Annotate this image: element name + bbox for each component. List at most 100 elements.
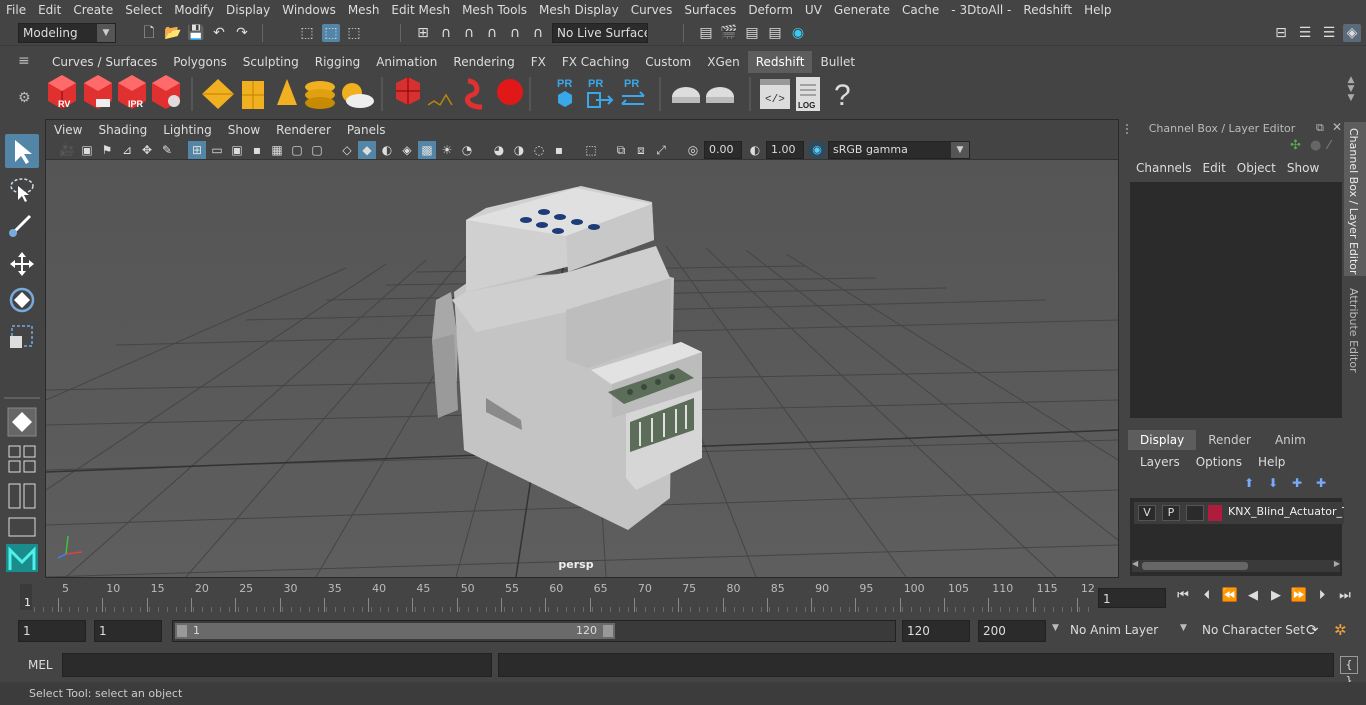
play-backward-icon[interactable]: ◀ (1244, 588, 1262, 603)
color-space-dropdown[interactable]: sRGB gamma ▼ (828, 141, 970, 159)
camera-attributes-icon[interactable]: ▣ (78, 141, 96, 159)
move-layer-up-icon[interactable]: ⬆ (1244, 476, 1254, 490)
channel-box-menu-show[interactable]: Show (1285, 161, 1328, 175)
exposure-icon[interactable]: ◎ (684, 141, 702, 159)
layer-tab-anim[interactable]: Anim (1263, 430, 1318, 450)
layer-menu-help[interactable]: Help (1256, 455, 1299, 469)
select-by-object-icon[interactable]: ⬚ (322, 24, 340, 42)
safe-action-icon[interactable]: ▢ (288, 141, 306, 159)
anti-aliasing-icon[interactable]: ◌ (530, 141, 548, 159)
scroll-right-icon[interactable]: ▶ (1334, 559, 1340, 568)
scene-start-field[interactable]: 1 (18, 620, 86, 642)
go-to-end-icon[interactable]: ⏭ (1336, 588, 1354, 603)
viewport-menu-panels[interactable]: Panels (339, 123, 394, 137)
new-layer-selected-icon[interactable]: ✚ (1316, 476, 1326, 490)
select-by-component-icon[interactable]: ⬚ (345, 24, 363, 42)
camera-select-icon[interactable]: 🎥 (58, 141, 76, 159)
layout-outliner-icon[interactable] (8, 483, 36, 509)
move-layer-down-icon[interactable]: ⬇ (1268, 476, 1278, 490)
menu-create[interactable]: Create (67, 0, 119, 20)
menu-select[interactable]: Select (119, 0, 168, 20)
grid-icon[interactable]: ⊞ (188, 141, 206, 159)
channel-box-menu-object[interactable]: Object (1235, 161, 1285, 175)
playback-end-field[interactable]: 120 (902, 620, 970, 642)
shadows-icon[interactable]: ◔ (458, 141, 476, 159)
render-frame-icon[interactable]: 🎬 (720, 24, 738, 42)
isolate-select-icon[interactable]: ⬚ (582, 141, 600, 159)
move-tool-icon[interactable] (10, 252, 34, 276)
menu-modify[interactable]: Modify (168, 0, 220, 20)
ipr-cube-icon[interactable]: IPR (118, 75, 146, 109)
shelf-scroll-icon[interactable]: ▲ ▼ ▼ (1344, 76, 1358, 112)
menu-windows[interactable]: Windows (276, 0, 342, 20)
hair-icon[interactable] (465, 78, 483, 110)
undo-icon[interactable]: ↶ (210, 24, 228, 42)
select-by-hierarchy-icon[interactable]: ⬚ (298, 24, 316, 42)
light-cone-icon[interactable] (277, 79, 297, 105)
mode-dropdown[interactable]: Modeling ▼ (18, 23, 116, 43)
layout-four-view-icon[interactable] (8, 445, 36, 458)
xray-icon[interactable]: ⧉ (612, 141, 630, 159)
layer-row[interactable]: V P KNX_Blind_Actuator_Tw (1134, 502, 1356, 524)
rotate-tool-icon[interactable] (9, 287, 35, 313)
shelf-tab-custom[interactable]: Custom (637, 51, 699, 73)
step-forward-key-icon[interactable]: ⏵ (1313, 588, 1331, 603)
channel-box-menu-channels[interactable]: Channels (1134, 161, 1201, 175)
layer-visibility-toggle[interactable]: V (1138, 505, 1156, 521)
color-management-icon[interactable]: ◉ (808, 141, 826, 159)
shelf-tab-curves-surfaces[interactable]: Curves / Surfaces (44, 51, 165, 73)
layout-single-icon[interactable] (8, 517, 36, 537)
menu-curves[interactable]: Curves (625, 0, 679, 20)
menu-mesh[interactable]: Mesh (342, 0, 386, 20)
motion-blur-icon[interactable]: ◑ (510, 141, 528, 159)
shelf-tab-fx-caching[interactable]: FX Caching (554, 51, 637, 73)
shelf-tab-polygons[interactable]: Polygons (165, 51, 234, 73)
shelf-tab-rendering[interactable]: Rendering (445, 51, 522, 73)
3d-viewport[interactable]: persp (46, 160, 1118, 577)
play-forward-icon[interactable]: ▶ (1267, 588, 1285, 603)
channel-box-toggle-icon[interactable]: ◈ (1343, 24, 1361, 42)
make-live-icon[interactable]: ∩ (529, 24, 547, 42)
proxy-grid-icon[interactable] (242, 81, 264, 109)
mel-input[interactable] (62, 653, 492, 677)
time-ruler[interactable]: 1 5 10 15 20 25 30 35 40 45 50 55 60 65 70 75 80 85 90 95 1… (20, 580, 1095, 612)
snap-view-plane-icon[interactable]: ∩ (506, 24, 524, 42)
proxy-diamond-icon[interactable] (202, 79, 234, 109)
gate-mask-icon[interactable]: ▪ (248, 141, 266, 159)
shelf-settings-icon[interactable]: ⚙ (18, 90, 38, 106)
wireframe-icon[interactable]: ◇ (338, 141, 356, 159)
log-icon[interactable]: LOG (796, 77, 820, 111)
step-forward-frame-icon[interactable]: ⏩ (1290, 588, 1308, 603)
panel-layout-icon[interactable]: ☰ (1296, 24, 1314, 42)
viewport-menu-view[interactable]: View (46, 123, 90, 137)
scene-end-field[interactable]: 200 (978, 620, 1046, 642)
gamma-field[interactable]: 1.00 (766, 141, 804, 159)
menu-generate[interactable]: Generate (828, 0, 896, 20)
step-back-frame-icon[interactable]: ⏪ (1221, 588, 1239, 603)
scroll-thumb[interactable] (1142, 562, 1248, 570)
pr-export-icon[interactable]: PR (587, 78, 614, 108)
auto-key-icon[interactable]: ⟳ (1306, 621, 1319, 639)
menu-mesh-display[interactable]: Mesh Display (533, 0, 625, 20)
bookmark-icon[interactable]: ⚑ (98, 141, 116, 159)
ipr-render-icon[interactable]: ▤ (743, 24, 761, 42)
two-d-pan-icon[interactable]: ✥ (138, 141, 156, 159)
menu-edit-mesh[interactable]: Edit Mesh (385, 0, 456, 20)
film-gate-icon[interactable]: ▭ (208, 141, 226, 159)
close-icon[interactable]: ✕ (1332, 120, 1342, 134)
channel-box-list[interactable] (1130, 182, 1342, 418)
menu-edit[interactable]: Edit (32, 0, 67, 20)
render-sequence-cube-icon[interactable] (84, 75, 112, 109)
shelf-tab-bullet[interactable]: Bullet (812, 51, 863, 73)
lights-icon[interactable]: ☀ (438, 141, 456, 159)
range-slider[interactable]: 1 120 (172, 620, 896, 642)
layer-scrollbar[interactable]: ◀ ▶ (1132, 559, 1340, 572)
chevron-down-icon[interactable]: ▼ (1052, 623, 1059, 633)
toggle-panel-icon[interactable]: ☰ (1320, 24, 1338, 42)
character-set-dropdown[interactable]: No Character Set (1202, 623, 1305, 637)
viewport-menu-lighting[interactable]: Lighting (155, 123, 220, 137)
depth-of-field-icon[interactable]: ▪ (550, 141, 568, 159)
menu-file[interactable]: File (0, 0, 32, 20)
anim-layer-dropdown[interactable]: No Anim Layer (1070, 623, 1158, 637)
menu-mesh-tools[interactable]: Mesh Tools (456, 0, 533, 20)
